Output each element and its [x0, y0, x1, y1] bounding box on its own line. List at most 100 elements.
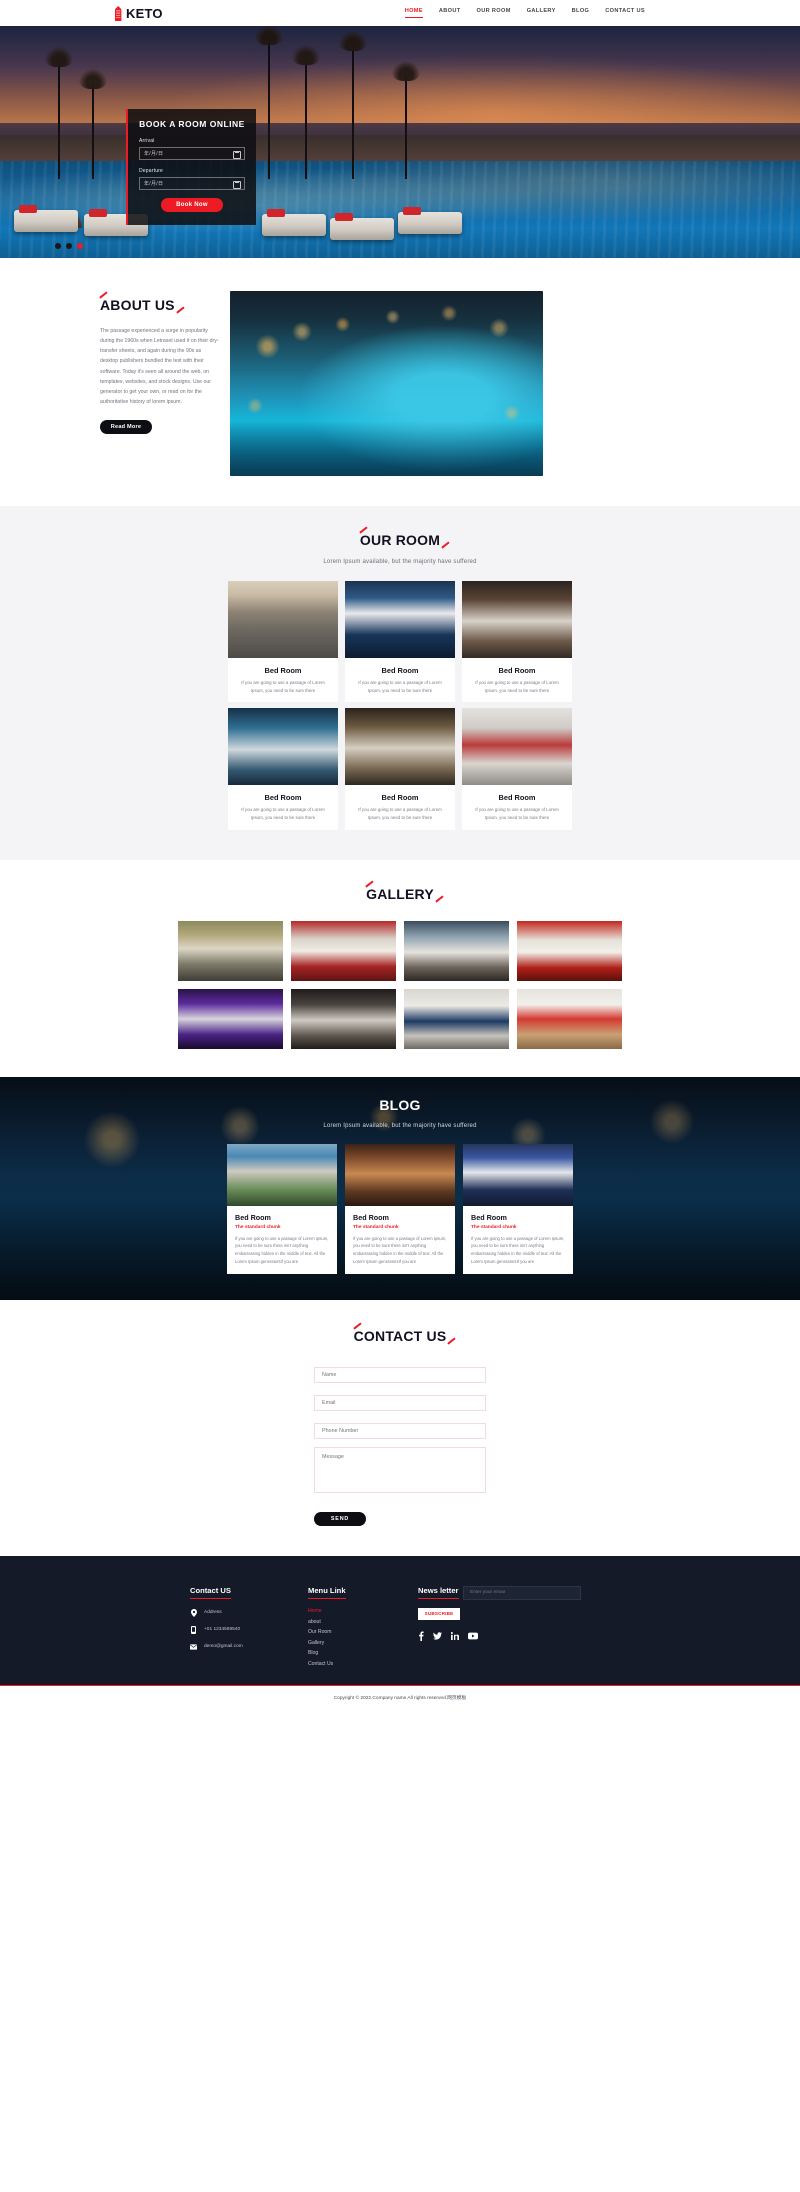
gallery-item[interactable] [517, 988, 622, 1049]
room-card-grid: Bed Room If you are going to use a passa… [228, 581, 572, 830]
gallery-item[interactable] [404, 988, 509, 1049]
gallery-item[interactable] [517, 920, 622, 981]
youtube-icon[interactable] [468, 1632, 478, 1640]
footer-newsletter-column: News letter SUBSCRIBE [418, 1580, 610, 1671]
calendar-icon[interactable] [233, 180, 241, 189]
footer-link-about[interactable]: about [308, 1619, 418, 1625]
brand-name: KETO [126, 5, 163, 21]
gallery-item[interactable] [178, 920, 283, 981]
room-title: Bed Room [381, 666, 419, 675]
departure-label: Departure [139, 168, 164, 174]
arrival-label: Arrival [139, 138, 155, 144]
room-card[interactable]: Bed Room If you are going to use a passa… [228, 581, 338, 703]
contact-heading-text: CONTACT US [353, 1328, 447, 1345]
blog-card-grid: Bed Room The standard chunk If you are g… [227, 1143, 573, 1275]
departure-date-input[interactable]: 年/月/日 [139, 177, 245, 190]
nav-item-home[interactable]: HOME [404, 8, 424, 18]
room-thumbnail [345, 708, 455, 786]
room-title: Bed Room [264, 793, 302, 803]
blog-thumbnail [345, 1143, 455, 1206]
nav-item-about[interactable]: ABOUT [439, 8, 461, 18]
blog-heading-text: BLOG [379, 1096, 421, 1113]
arrival-date-input[interactable]: 年/月/日 [139, 147, 245, 160]
footer-email-text: demo@gmail.com [204, 1644, 243, 1650]
footer-address-line[interactable]: Address [190, 1608, 308, 1617]
about-heading-text: ABOUT US [100, 297, 175, 313]
room-text: If you are going to use a passage of Lor… [475, 807, 559, 821]
read-more-button[interactable]: Read More [100, 420, 152, 435]
room-card[interactable]: Bed Room If you are going to use a passa… [345, 581, 455, 703]
book-now-button[interactable]: Book Now [161, 198, 223, 212]
calendar-icon[interactable] [233, 150, 241, 159]
booking-title: BOOK A ROOM ONLINE [139, 119, 245, 129]
slider-dot-2[interactable] [66, 243, 72, 249]
blog-card-body: Bed Room The standard chunk If you are g… [345, 1206, 455, 1274]
footer-newsletter-heading: News letter [418, 1586, 459, 1600]
nav-item-our-room[interactable]: OUR ROOM [477, 8, 511, 18]
blog-title: Bed Room [235, 1212, 271, 1222]
email-input[interactable] [314, 1395, 486, 1412]
blog-title: Bed Room [471, 1212, 507, 1222]
room-card[interactable]: Bed Room If you are going to use a passa… [462, 581, 572, 703]
gallery-heading-text: GALLERY [366, 885, 434, 902]
about-text-column: ABOUT US The passage experienced a surge… [99, 291, 220, 476]
room-text: If you are going to use a passage of Lor… [358, 680, 442, 693]
gallery-item[interactable] [291, 920, 396, 981]
newsletter-email-input[interactable] [462, 1585, 581, 1600]
about-section: ABOUT US The passage experienced a surge… [0, 258, 800, 506]
slider-dot-3[interactable] [77, 243, 83, 249]
room-text: If you are going to use a passage of Lor… [241, 807, 325, 821]
blog-section: BLOG Lorem Ipsum available, but the majo… [0, 1076, 800, 1301]
accent-tick-icon [441, 541, 450, 549]
linkedin-icon[interactable] [451, 1632, 459, 1641]
phone-number-input[interactable] [314, 1423, 486, 1440]
about-resort-image [230, 291, 543, 476]
nav-item-gallery[interactable]: GALLERY [527, 8, 556, 18]
footer-link-contact-us[interactable]: Contact Us [308, 1661, 418, 1667]
room-card[interactable]: Bed Room If you are going to use a passa… [462, 708, 572, 830]
site-header: KETO HOME ABOUT OUR ROOM GALLERY BLOG CO… [0, 0, 800, 26]
blog-subtitle: Lorem Ipsum available, but the majority … [323, 1122, 477, 1129]
blog-card[interactable]: Bed Room The standard chunk If you are g… [463, 1143, 573, 1275]
slider-dot-1[interactable] [55, 243, 61, 249]
footer-link-our-room[interactable]: Our Room [308, 1629, 418, 1635]
room-title: Bed Room [381, 793, 419, 803]
envelope-icon [190, 1642, 197, 1651]
gallery-item[interactable] [178, 988, 283, 1049]
footer-link-blog[interactable]: Blog [308, 1650, 418, 1656]
hero-slider-dots [55, 243, 83, 249]
footer-link-home[interactable]: Home [308, 1608, 418, 1614]
main-navigation: HOME ABOUT OUR ROOM GALLERY BLOG CONTACT… [404, 8, 645, 18]
blog-card-body: Bed Room The standard chunk If you are g… [227, 1206, 337, 1274]
building-icon [113, 5, 124, 21]
room-text: If you are going to use a passage of Lor… [358, 807, 442, 821]
facebook-icon[interactable] [418, 1631, 424, 1642]
footer-link-gallery[interactable]: Gallery [308, 1640, 418, 1646]
room-card[interactable]: Bed Room If you are going to use a passa… [345, 708, 455, 830]
room-card[interactable]: Bed Room If you are going to use a passa… [228, 708, 338, 830]
footer-menu-heading: Menu Link [308, 1586, 346, 1600]
blog-heading: BLOG [379, 1097, 420, 1113]
footer-email-line[interactable]: demo@gmail.com [190, 1642, 308, 1651]
twitter-icon[interactable] [433, 1632, 442, 1640]
blog-card[interactable]: Bed Room The standard chunk If you are g… [345, 1143, 455, 1275]
nav-item-blog[interactable]: BLOG [572, 8, 590, 18]
blog-text: If you are going to use a passage of Lor… [235, 1235, 329, 1264]
gallery-item[interactable] [404, 920, 509, 981]
gallery-item[interactable] [291, 988, 396, 1049]
message-input[interactable] [314, 1447, 486, 1494]
blog-card-body: Bed Room The standard chunk If you are g… [463, 1206, 573, 1274]
send-button[interactable]: SEND [314, 1512, 366, 1527]
room-thumbnail [462, 581, 572, 658]
blog-card[interactable]: Bed Room The standard chunk If you are g… [227, 1143, 337, 1275]
our-room-heading-text: OUR ROOM [359, 532, 441, 548]
phone-icon [190, 1625, 197, 1634]
subscribe-button[interactable]: SUBSCRIBE [418, 1608, 460, 1621]
nav-item-contact-us[interactable]: CONTACT US [605, 8, 645, 18]
name-input[interactable] [314, 1367, 486, 1384]
brand-logo[interactable]: KETO [113, 5, 163, 21]
footer-phone-line[interactable]: +01 1234569540 [190, 1625, 308, 1634]
contact-section: CONTACT US SEND [0, 1300, 800, 1557]
our-room-heading: OUR ROOM [359, 526, 450, 549]
copyright-bar: Copyright © 2022.Company name All rights… [0, 1685, 800, 1709]
